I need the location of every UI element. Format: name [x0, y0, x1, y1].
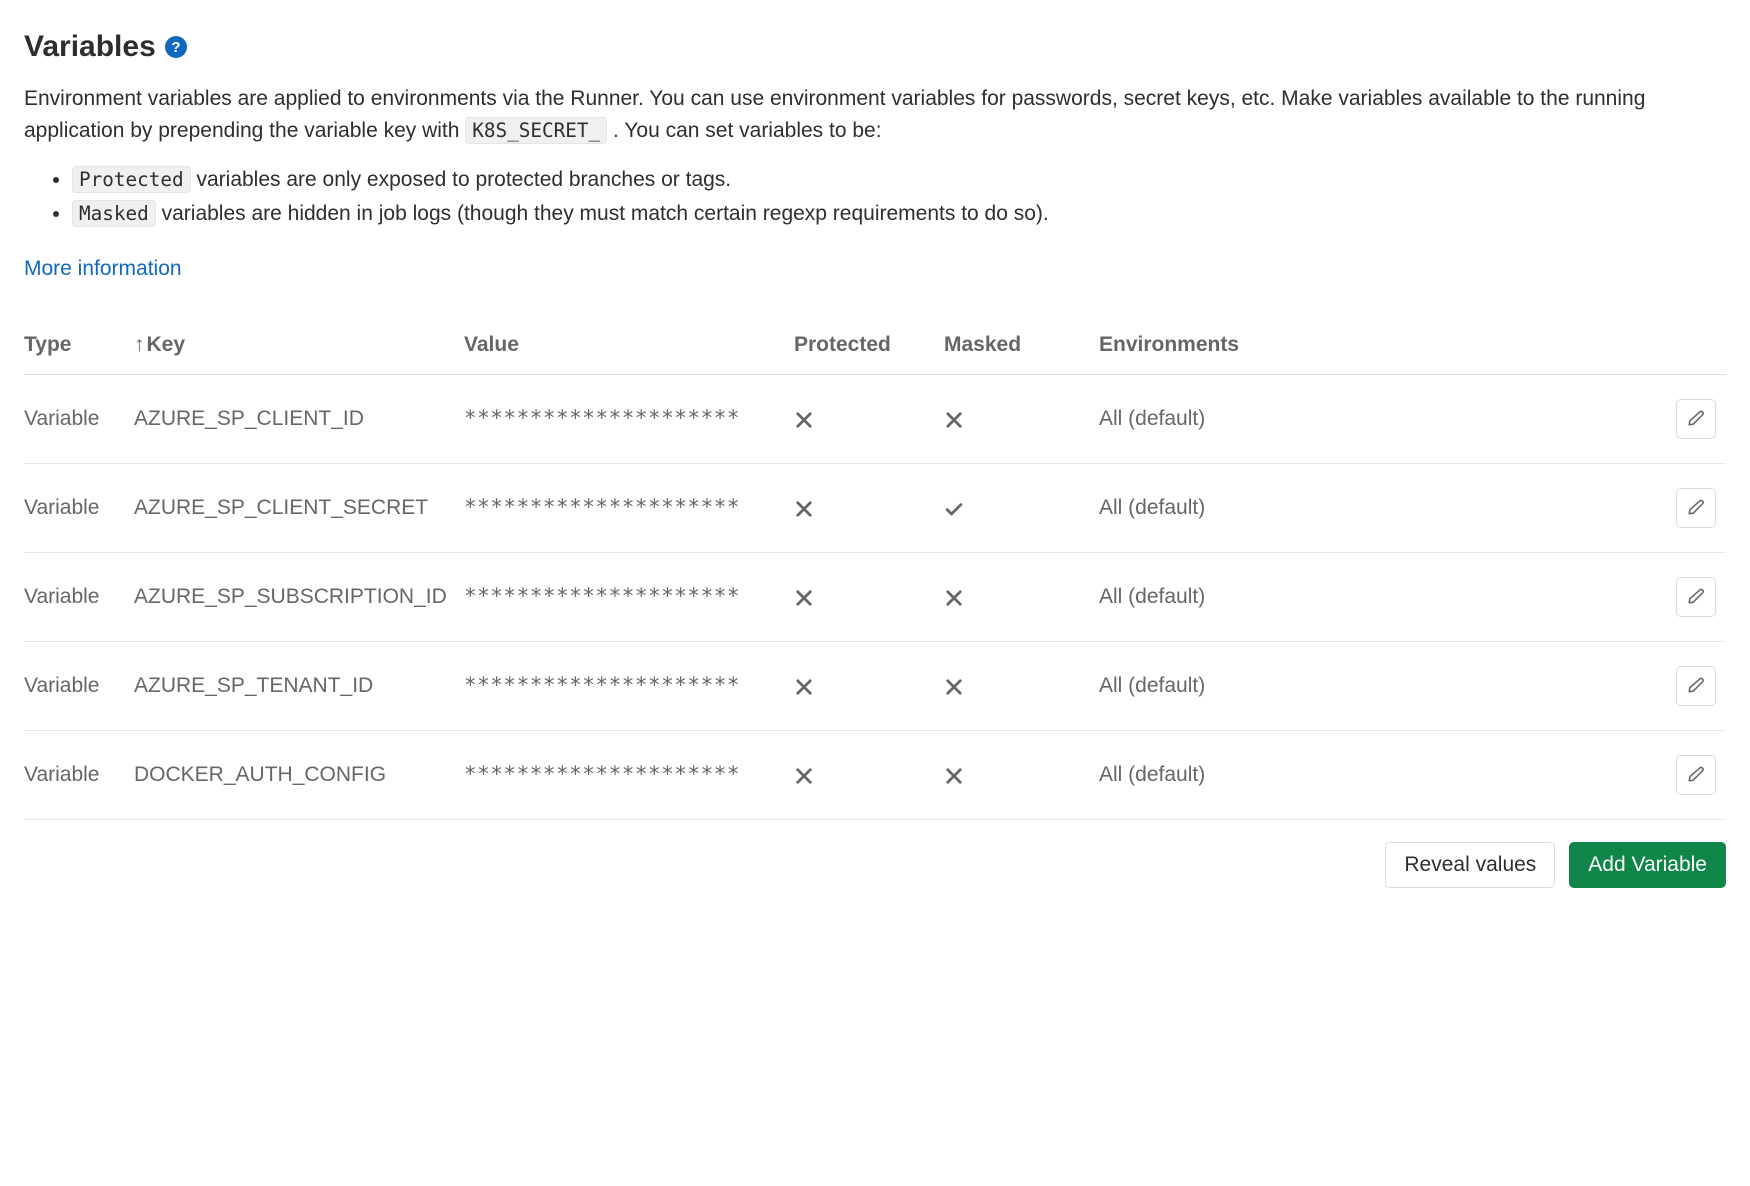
x-icon	[944, 763, 964, 786]
th-edit	[1666, 313, 1726, 375]
table-row: VariableAZURE_SP_SUBSCRIPTION_ID********…	[24, 553, 1726, 642]
cell-value: *********************	[464, 464, 794, 553]
bullet-masked-code: Masked	[72, 200, 156, 227]
cell-protected	[794, 731, 944, 820]
cell-edit	[1666, 553, 1726, 642]
edit-button[interactable]	[1676, 399, 1716, 439]
cell-edit	[1666, 731, 1726, 820]
cell-key: AZURE_SP_CLIENT_ID	[134, 375, 464, 464]
cell-type: Variable	[24, 642, 134, 731]
th-key-label: Key	[147, 333, 186, 356]
x-icon	[794, 763, 814, 786]
th-type[interactable]: Type	[24, 313, 134, 375]
cell-type: Variable	[24, 464, 134, 553]
page-title: Variables	[24, 24, 156, 69]
bullet-masked-text: variables are hidden in job logs (though…	[156, 202, 1049, 225]
x-icon	[944, 585, 964, 608]
description-code: K8S_SECRET_	[465, 117, 607, 144]
cell-key: AZURE_SP_TENANT_ID	[134, 642, 464, 731]
cell-environments: All (default)	[1099, 464, 1666, 553]
check-icon	[944, 496, 964, 519]
x-icon	[944, 407, 964, 430]
cell-protected	[794, 553, 944, 642]
cell-protected	[794, 375, 944, 464]
th-value[interactable]: Value	[464, 313, 794, 375]
actions-bar: Reveal values Add Variable	[24, 842, 1726, 888]
add-variable-button[interactable]: Add Variable	[1569, 842, 1726, 888]
cell-value: *********************	[464, 553, 794, 642]
x-icon	[794, 407, 814, 430]
pencil-icon	[1687, 765, 1705, 786]
reveal-values-button[interactable]: Reveal values	[1385, 842, 1555, 888]
pencil-icon	[1687, 587, 1705, 608]
sort-ascending-icon: ↑	[134, 329, 145, 361]
th-masked[interactable]: Masked	[944, 313, 1099, 375]
cell-masked	[944, 464, 1099, 553]
x-icon	[794, 496, 814, 519]
cell-masked	[944, 375, 1099, 464]
description-part2: . You can set variables to be:	[613, 119, 882, 142]
cell-edit	[1666, 375, 1726, 464]
cell-key: AZURE_SP_CLIENT_SECRET	[134, 464, 464, 553]
edit-button[interactable]	[1676, 755, 1716, 795]
cell-environments: All (default)	[1099, 553, 1666, 642]
th-protected[interactable]: Protected	[794, 313, 944, 375]
x-icon	[944, 674, 964, 697]
bullet-list: Protected variables are only exposed to …	[24, 164, 1726, 229]
th-key[interactable]: ↑Key	[134, 313, 464, 375]
bullet-protected-text: variables are only exposed to protected …	[191, 168, 731, 191]
cell-environments: All (default)	[1099, 731, 1666, 820]
table-row: VariableAZURE_SP_CLIENT_SECRET**********…	[24, 464, 1726, 553]
edit-button[interactable]	[1676, 577, 1716, 617]
bullet-protected-code: Protected	[72, 166, 191, 193]
cell-value: *********************	[464, 731, 794, 820]
pencil-icon	[1687, 409, 1705, 430]
cell-masked	[944, 731, 1099, 820]
cell-edit	[1666, 642, 1726, 731]
table-row: VariableAZURE_SP_TENANT_ID**************…	[24, 642, 1726, 731]
cell-environments: All (default)	[1099, 375, 1666, 464]
cell-protected	[794, 642, 944, 731]
edit-button[interactable]	[1676, 488, 1716, 528]
cell-key: AZURE_SP_SUBSCRIPTION_ID	[134, 553, 464, 642]
cell-masked	[944, 553, 1099, 642]
edit-button[interactable]	[1676, 666, 1716, 706]
cell-masked	[944, 642, 1099, 731]
cell-environments: All (default)	[1099, 642, 1666, 731]
description-text: Environment variables are applied to env…	[24, 83, 1726, 146]
table-row: VariableAZURE_SP_CLIENT_ID**************…	[24, 375, 1726, 464]
x-icon	[794, 674, 814, 697]
bullet-protected: Protected variables are only exposed to …	[72, 164, 1726, 196]
cell-type: Variable	[24, 375, 134, 464]
th-environments[interactable]: Environments	[1099, 313, 1666, 375]
cell-value: *********************	[464, 642, 794, 731]
pencil-icon	[1687, 676, 1705, 697]
cell-type: Variable	[24, 731, 134, 820]
bullet-masked: Masked variables are hidden in job logs …	[72, 198, 1726, 230]
x-icon	[794, 585, 814, 608]
variables-table: Type ↑Key Value Protected Masked Environ…	[24, 313, 1726, 821]
more-information-link[interactable]: More information	[24, 253, 182, 285]
svg-text:?: ?	[171, 39, 180, 56]
cell-type: Variable	[24, 553, 134, 642]
cell-protected	[794, 464, 944, 553]
help-icon[interactable]: ?	[164, 35, 188, 59]
cell-edit	[1666, 464, 1726, 553]
cell-value: *********************	[464, 375, 794, 464]
table-row: VariableDOCKER_AUTH_CONFIG**************…	[24, 731, 1726, 820]
pencil-icon	[1687, 498, 1705, 519]
cell-key: DOCKER_AUTH_CONFIG	[134, 731, 464, 820]
